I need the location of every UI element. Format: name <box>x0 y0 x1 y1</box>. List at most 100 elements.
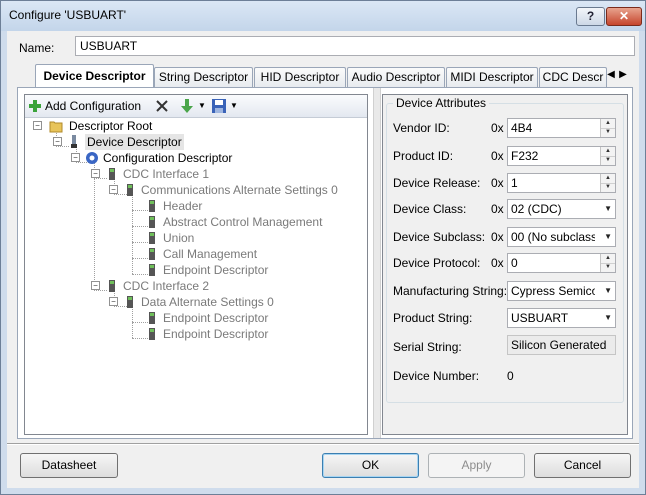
save-button[interactable]: ▼ <box>212 98 242 114</box>
device-protocol-input[interactable]: 0 ▲ ▼ <box>507 253 616 273</box>
vendor-id-value: 4B4 <box>511 121 533 135</box>
serial-string-label: Serial String: <box>393 340 462 354</box>
tree-node-endpoint-descriptor[interactable]: Endpoint Descriptor <box>145 326 345 342</box>
chevron-down-icon: ▼ <box>230 101 238 110</box>
add-configuration-label: Add Configuration <box>45 99 142 113</box>
device-attributes-group: Device Attributes Vendor ID: 0x 4B4 ▲ ▼ P… <box>386 96 624 403</box>
tree-node-device-descriptor[interactable]: − Device Descriptor <box>53 134 353 150</box>
delete-button[interactable] <box>155 98 169 114</box>
tree-node-header[interactable]: Header <box>145 198 345 214</box>
tree-label: Union <box>163 231 195 245</box>
spin-down-icon[interactable]: ▼ <box>601 263 615 272</box>
tab-cdc-descriptor[interactable]: CDC Descr <box>539 67 607 87</box>
tree-node-communications-alternate-settings[interactable]: − Communications Alternate Settings 0 <box>109 182 359 198</box>
collapse-icon[interactable]: − <box>91 281 100 290</box>
add-plus-icon <box>29 100 41 112</box>
manufacturing-string-label: Manufacturing String: <box>393 284 508 298</box>
tab-audio-descriptor[interactable]: Audio Descriptor <box>347 67 445 87</box>
collapse-icon[interactable]: − <box>109 297 118 306</box>
window-title: Configure 'USBUART' <box>9 8 127 22</box>
tab-hid-descriptor[interactable]: HID Descriptor <box>254 67 346 87</box>
tree-label: Abstract Control Management <box>163 215 323 229</box>
product-id-value: F232 <box>511 149 539 163</box>
chip-icon <box>127 184 133 196</box>
datasheet-button[interactable]: Datasheet <box>20 453 118 478</box>
tree-node-union[interactable]: Union <box>145 230 345 246</box>
close-icon: ✕ <box>618 9 630 23</box>
vendor-id-label: Vendor ID: <box>393 121 450 135</box>
help-icon: ? <box>586 9 595 23</box>
name-input[interactable] <box>75 36 635 56</box>
chevron-down-icon: ▼ <box>604 286 612 295</box>
spin-down-icon[interactable]: ▼ <box>601 183 615 192</box>
chevron-down-icon: ▼ <box>198 101 206 110</box>
tree-node-cdc-interface-1[interactable]: − CDC Interface 1 <box>91 166 391 182</box>
product-id-input[interactable]: F232 ▲ ▼ <box>507 146 616 166</box>
chip-icon <box>109 280 115 292</box>
tree-label: CDC Interface 2 <box>123 279 210 293</box>
product-id-label: Product ID: <box>393 149 454 163</box>
tree-node-data-alternate-settings[interactable]: − Data Alternate Settings 0 <box>109 294 359 310</box>
ok-button[interactable]: OK <box>322 453 419 478</box>
tree-label: Endpoint Descriptor <box>163 327 269 341</box>
tab-strip: Device Descriptor String Descriptor HID … <box>17 64 631 88</box>
hex-prefix: 0x <box>491 121 504 135</box>
chip-icon <box>127 296 133 308</box>
device-subclass-label: Device Subclass: <box>393 230 486 244</box>
chip-icon <box>149 232 155 244</box>
dialog-client: Name: Device Descriptor String Descripto… <box>7 31 639 488</box>
tree-node-configuration-descriptor[interactable]: − Configuration Descriptor <box>71 150 371 166</box>
device-release-input[interactable]: 1 ▲ ▼ <box>507 173 616 193</box>
chip-icon <box>149 216 155 228</box>
collapse-icon[interactable]: − <box>71 153 80 162</box>
tree-node-cdc-interface-2[interactable]: − CDC Interface 2 <box>91 278 341 294</box>
manufacturing-string-select[interactable]: Cypress Semicond ▼ <box>507 281 616 301</box>
product-string-select[interactable]: USBUART ▼ <box>507 308 616 328</box>
chip-icon <box>149 328 155 340</box>
device-protocol-value: 0 <box>511 256 518 270</box>
collapse-icon[interactable]: − <box>53 137 62 146</box>
tab-scroll-right-icon[interactable]: ▶ <box>617 67 629 83</box>
cancel-button[interactable]: Cancel <box>534 453 631 478</box>
hex-prefix: 0x <box>491 149 504 163</box>
device-protocol-label: Device Protocol: <box>393 256 481 270</box>
descriptor-tree: − Descriptor Root − Device Descriptor − … <box>25 118 367 434</box>
gear-icon <box>86 152 98 164</box>
chip-icon <box>149 312 155 324</box>
spin-down-icon[interactable]: ▼ <box>601 128 615 137</box>
arrow-down-icon <box>181 99 193 113</box>
device-class-select[interactable]: 02 (CDC) ▼ <box>507 199 616 219</box>
group-title: Device Attributes <box>393 96 490 110</box>
tree-node-call-management[interactable]: Call Management <box>145 246 345 262</box>
collapse-icon[interactable]: − <box>91 169 100 178</box>
tab-string-descriptor[interactable]: String Descriptor <box>154 67 253 87</box>
collapse-icon[interactable]: − <box>33 121 42 130</box>
help-button[interactable]: ? <box>576 7 605 26</box>
spin-down-icon[interactable]: ▼ <box>601 156 615 165</box>
usb-device-icon <box>71 135 77 148</box>
tab-midi-descriptor[interactable]: MIDI Descriptor <box>446 67 538 87</box>
close-button[interactable]: ✕ <box>606 7 642 26</box>
device-subclass-select[interactable]: 00 (No subclass) ▼ <box>507 227 616 247</box>
pane-splitter[interactable] <box>373 88 381 438</box>
device-number-label: Device Number: <box>393 369 480 383</box>
apply-button[interactable]: Apply <box>428 453 525 478</box>
device-number-value: 0 <box>507 369 514 383</box>
tree-label: Descriptor Root <box>69 119 153 133</box>
tree-label: Device Descriptor <box>85 134 184 150</box>
vendor-id-input[interactable]: 4B4 ▲ ▼ <box>507 118 616 138</box>
tree-node-endpoint-descriptor[interactable]: Endpoint Descriptor <box>145 262 345 278</box>
collapse-icon[interactable]: − <box>109 185 118 194</box>
tab-scroll-left-icon[interactable]: ◀ <box>605 67 617 83</box>
tree-node-endpoint-descriptor[interactable]: Endpoint Descriptor <box>145 310 345 326</box>
add-configuration-button[interactable]: Add Configuration <box>28 98 148 114</box>
move-down-button[interactable]: ▼ <box>180 98 210 114</box>
tree-label: Endpoint Descriptor <box>163 311 269 325</box>
tree-node-descriptor-root[interactable]: − Descriptor Root <box>33 118 333 134</box>
tree-label: CDC Interface 1 <box>123 167 210 181</box>
chevron-down-icon: ▼ <box>604 204 612 213</box>
tree-label: Data Alternate Settings 0 <box>141 295 274 309</box>
tree-node-abstract-control-management[interactable]: Abstract Control Management <box>145 214 345 230</box>
tab-device-descriptor[interactable]: Device Descriptor <box>35 64 154 87</box>
chip-icon <box>149 248 155 260</box>
